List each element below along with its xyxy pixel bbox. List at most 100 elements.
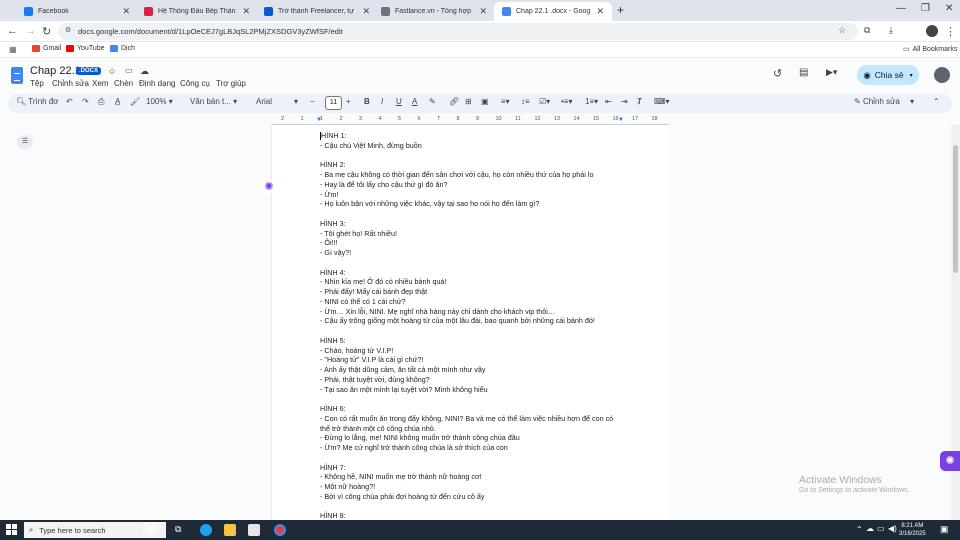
browser-tab[interactable]: Chap 22.1 .docx - Google Tài liệ... ✕ — [494, 2, 612, 21]
profile-icon[interactable] — [926, 25, 938, 37]
back-icon[interactable]: ← — [7, 25, 18, 37]
document-title[interactable]: Chap 22.1 — [30, 65, 81, 77]
text-line[interactable]: - Hay là để tôi lấy cho cậu thứ gì đó ăn… — [320, 180, 630, 190]
star-icon[interactable]: ☆ — [108, 66, 116, 77]
align-icon[interactable]: ≡▾ — [501, 97, 510, 106]
bookmark-star-icon[interactable]: ☆ — [838, 25, 846, 36]
bookmark-gmail[interactable]: Gmail — [32, 45, 61, 52]
side-extension-icon[interactable]: ✺ — [940, 451, 960, 471]
menu-view[interactable]: Xem — [92, 79, 108, 88]
reload-icon[interactable]: ↻ — [42, 25, 51, 38]
minimize-icon[interactable]: — — [896, 3, 906, 14]
text-line[interactable]: - Bởi vì công chúa phải đợi hoàng tử đến… — [320, 492, 630, 502]
text-line[interactable] — [320, 326, 630, 336]
panda-widget-icon[interactable]: 🐼︎ — [135, 521, 165, 539]
bullet-list-icon[interactable]: •≡▾ — [561, 97, 572, 106]
text-line[interactable]: - Ba mẹ cậu không có thời gian đến sân c… — [320, 170, 630, 180]
close-tab-icon[interactable]: ✕ — [362, 6, 370, 17]
panel-heading[interactable]: HÌNH 5: — [320, 336, 630, 346]
text-color-icon[interactable]: A — [412, 97, 417, 106]
url-input[interactable]: ⚙ docs.google.com/document/d/1LpOeCEJ7gL… — [58, 23, 858, 40]
restore-icon[interactable]: ❐ — [921, 3, 930, 14]
text-line[interactable] — [320, 453, 630, 463]
cloud-status-icon[interactable]: ☁ — [140, 66, 149, 77]
font-size-input[interactable]: 11 — [325, 96, 342, 110]
panel-heading[interactable]: HÌNH 3: — [320, 219, 630, 229]
text-line[interactable]: - "Hoàng tử" V.I.P là cái gì chứ?! — [320, 355, 630, 365]
close-tab-icon[interactable]: ✕ — [122, 6, 130, 17]
extension-gear-icon[interactable]: ✺ — [262, 180, 276, 194]
menu-format[interactable]: Định dạng — [139, 79, 175, 88]
font-size-increase[interactable]: + — [346, 97, 351, 106]
notifications-icon[interactable]: ▣ — [940, 524, 949, 535]
increase-indent-icon[interactable]: ⇥ — [621, 97, 628, 106]
zoom-select[interactable]: 100% ▾ — [146, 97, 173, 106]
site-info-icon[interactable]: ⚙ — [65, 26, 71, 34]
meet-icon[interactable]: ▶▾ — [826, 67, 837, 78]
redo-icon[interactable]: ↷ — [82, 97, 89, 106]
text-line[interactable]: - Ừm? Mẹ cứ nghĩ trở thành công chúa là … — [320, 443, 630, 453]
text-line[interactable]: - Họ luôn bận với những việc khác, vậy t… — [320, 199, 630, 209]
collapse-toolbar-icon[interactable]: ⌃ — [933, 97, 940, 106]
panel-heading[interactable]: HÌNH 2: — [320, 160, 630, 170]
font-select[interactable]: Arial ▾ — [256, 97, 298, 106]
tray-network-icon[interactable]: ▭ — [877, 524, 885, 533]
menu-search[interactable]: 🔍︎ Trình đơ — [16, 97, 59, 106]
document-outline-icon[interactable]: ☰ — [17, 135, 33, 149]
editing-mode-select[interactable]: ✎ Chỉnh sửa ▾ — [854, 97, 914, 106]
browser-tab[interactable]: Hệ Thống Đầu Bếp Thần Cấp | ... ✕ — [136, 2, 258, 21]
spellcheck-icon[interactable]: A̲ — [115, 97, 120, 106]
browser-menu-icon[interactable]: ⋮ — [945, 25, 956, 38]
checklist-icon[interactable]: ☑▾ — [539, 97, 550, 106]
text-line[interactable]: - Nhìn kìa mẹ! Ở đó có nhiều bánh quá! — [320, 277, 630, 287]
clear-format-icon[interactable]: Ⱦ — [637, 97, 642, 106]
new-tab-icon[interactable]: + — [617, 3, 624, 17]
comments-icon[interactable]: ▤ — [799, 67, 808, 78]
line-spacing-icon[interactable]: ↕≡ — [521, 97, 530, 106]
text-line[interactable]: thể trở thành một cô công chúa nhỏ. — [320, 424, 630, 434]
text-line[interactable]: - Ừm… Xin lỗi, NINI. Mẹ nghĩ nhà hàng nà… — [320, 307, 630, 317]
extensions-icon[interactable]: ⧉ — [864, 25, 870, 36]
text-line[interactable] — [320, 151, 630, 161]
bookmark-youtube[interactable]: YouTube — [66, 45, 105, 52]
menu-file[interactable]: Tệp — [30, 79, 44, 88]
text-line[interactable]: - Một nữ hoàng?! — [320, 482, 630, 492]
text-line[interactable]: - NINI có thể có 1 cái chứ? — [320, 297, 630, 307]
scrollbar-thumb[interactable] — [953, 145, 958, 273]
menu-insert[interactable]: Chèn — [114, 79, 133, 88]
insert-image-icon[interactable]: ▣ — [481, 97, 489, 106]
document-page[interactable]: HÌNH 1: - Cậu chủ Việt Minh, đừng buồn HÌN… — [272, 125, 669, 520]
edge-icon[interactable] — [200, 524, 212, 536]
panel-heading[interactable]: HÌNH 6: — [320, 404, 630, 414]
taskbar-clock[interactable]: 8:21 AM 3/16/2025 — [899, 522, 926, 538]
browser-tab[interactable]: Trở thành Freelancer, tự do chọ... ✕ — [256, 2, 378, 21]
text-line[interactable]: - Anh ấy thật dũng cảm, ăn tất cả một mì… — [320, 365, 630, 375]
menu-help[interactable]: Trợ giúp — [216, 79, 246, 88]
forward-icon[interactable]: → — [25, 25, 36, 37]
text-line[interactable]: - Tôi ghét họ! Rất nhiều! — [320, 229, 630, 239]
browser-tab[interactable]: Facebook ✕ — [16, 2, 138, 21]
highlight-icon[interactable]: ✎ — [429, 97, 436, 106]
numbered-list-icon[interactable]: 1≡▾ — [585, 97, 598, 106]
panel-heading[interactable]: HÌNH 4: — [320, 268, 630, 278]
history-icon[interactable]: ↺ — [773, 67, 782, 80]
close-tab-icon[interactable]: ✕ — [479, 6, 487, 17]
bookmark-translate[interactable]: Dịch — [110, 45, 135, 52]
chrome-icon[interactable] — [274, 524, 286, 536]
horizontal-ruler[interactable]: 2 1 1 2 3 4 5 6 7 8 9 10 11 12 13 14 15 16 17 18 ▼ ▼ — [272, 115, 669, 125]
document-body[interactable]: HÌNH 1: - Cậu chủ Việt Minh, đừng buồn HÌN… — [320, 131, 630, 521]
tray-overflow-icon[interactable]: ⌃ — [856, 525, 863, 534]
undo-icon[interactable]: ↶ — [66, 97, 73, 106]
download-icon[interactable]: ⤓ — [889, 25, 893, 36]
print-icon[interactable]: ⎙ — [98, 97, 104, 107]
indent-marker-icon[interactable]: ▼ — [316, 117, 322, 123]
text-line[interactable]: - Tại sao ăn một mình lại tuyệt vời? Mìn… — [320, 385, 630, 395]
decrease-indent-icon[interactable]: ⇤ — [605, 97, 612, 106]
text-line[interactable]: - Chào, hoàng tử V.I.P! — [320, 346, 630, 356]
close-window-icon[interactable]: ✕ — [945, 3, 953, 14]
font-size-decrease[interactable]: − — [310, 97, 315, 106]
add-comment-icon[interactable]: ⊞ — [465, 97, 472, 106]
menu-tools[interactable]: Công cụ — [180, 79, 210, 88]
text-line[interactable]: - Ừm! — [320, 190, 630, 200]
store-icon[interactable] — [248, 524, 260, 536]
